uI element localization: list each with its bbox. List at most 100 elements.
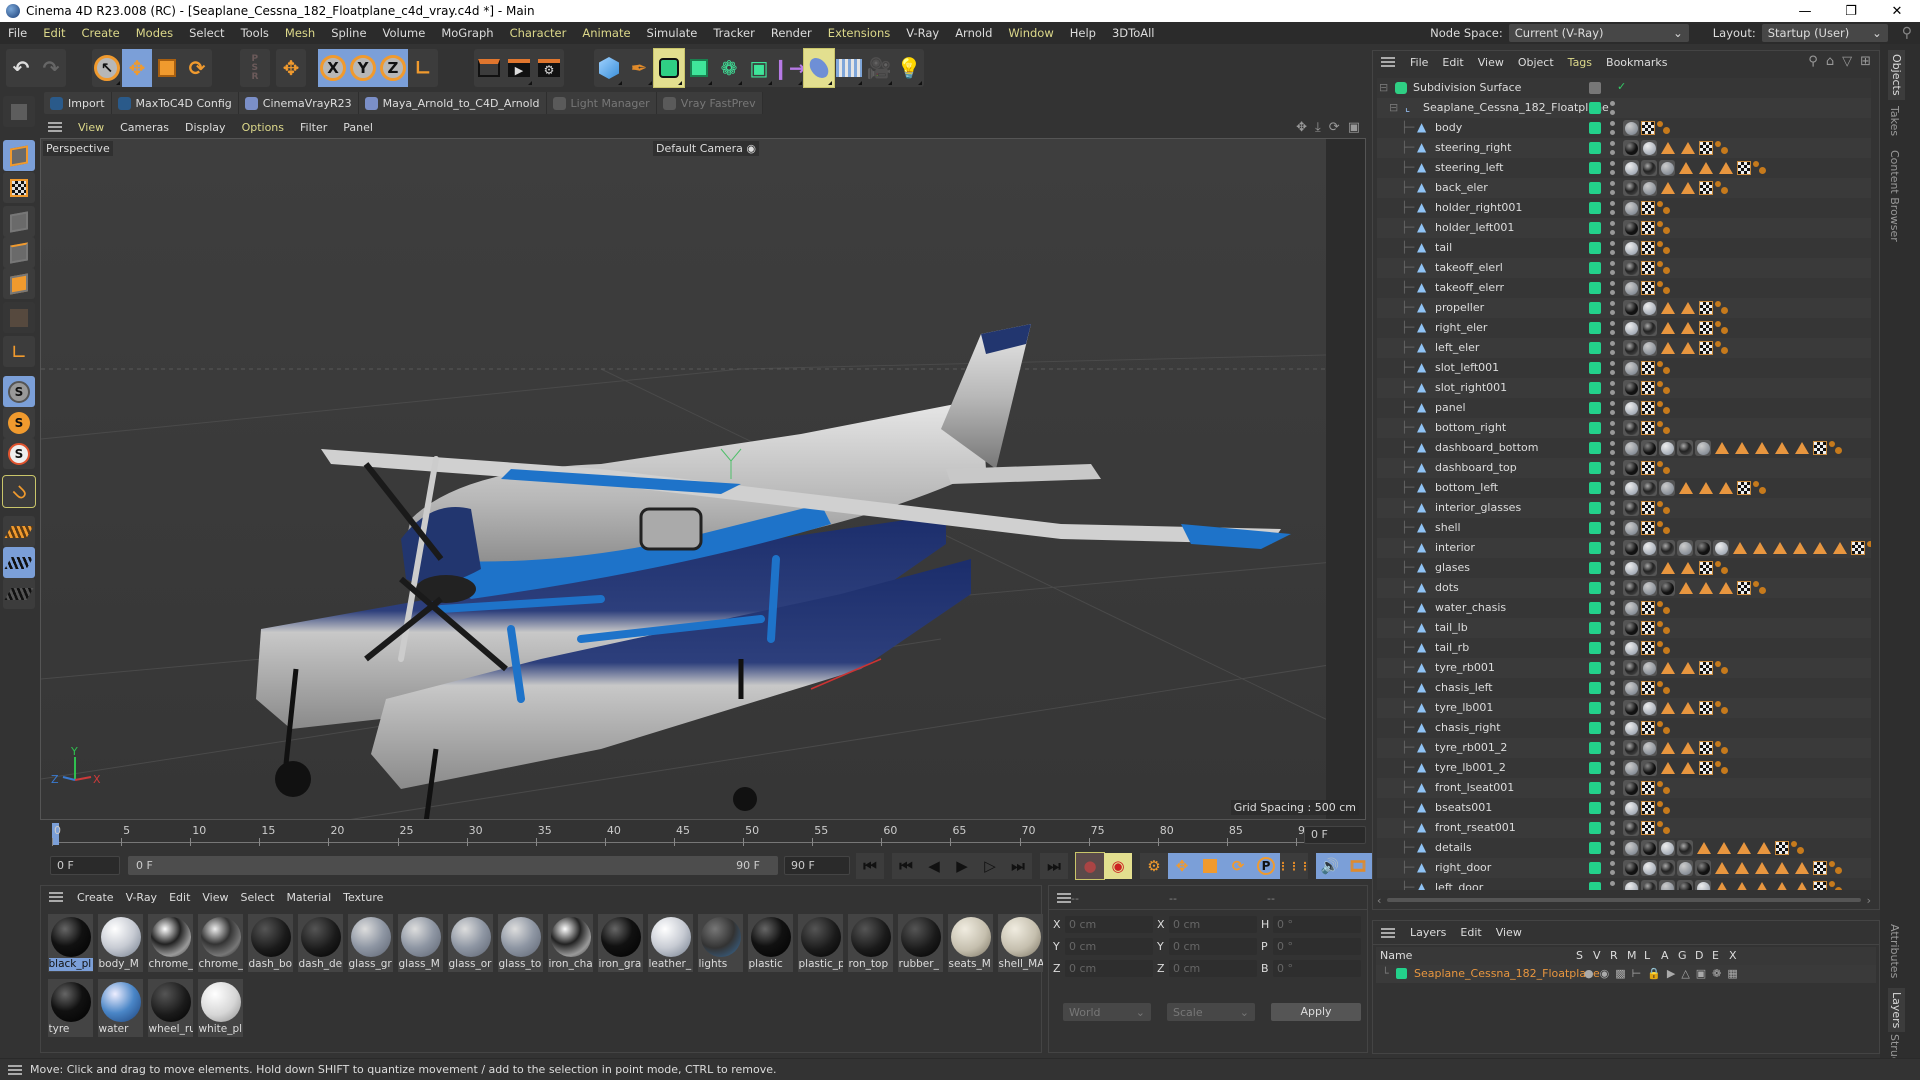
size-y-field[interactable]: 0 cm — [1169, 938, 1257, 955]
snap-toggle-button[interactable]: S — [3, 376, 35, 407]
object-row[interactable]: ├─ ▲ details — [1377, 838, 1871, 858]
visibility-dots[interactable] — [1610, 781, 1615, 795]
visibility-swatch[interactable] — [1589, 402, 1601, 414]
visibility-swatch[interactable] — [1589, 702, 1601, 714]
layer-column-x[interactable]: X — [1729, 949, 1737, 962]
material-tag-icon[interactable] — [1623, 880, 1639, 890]
object-name[interactable]: Subdivision Surface — [1413, 81, 1521, 94]
scroll-left-icon[interactable]: ‹ — [1377, 894, 1381, 907]
phong-tag-icon[interactable] — [1657, 381, 1671, 395]
object-menu-bookmarks[interactable]: Bookmarks — [1599, 56, 1674, 69]
selection-tag-icon[interactable] — [1793, 542, 1807, 554]
key-pla-button[interactable]: ⋮⋮⋮ — [1278, 853, 1311, 879]
y-axis-button[interactable]: Y — [348, 49, 378, 87]
material-swatch[interactable]: ron_top — [848, 914, 893, 972]
material-tag-icon[interactable] — [1623, 560, 1639, 576]
object-row[interactable]: ├─ ▲ panel — [1377, 398, 1871, 418]
phong-tag-icon[interactable] — [1715, 761, 1729, 775]
scrollbar-thumb[interactable] — [1387, 898, 1861, 902]
visibility-swatch[interactable] — [1589, 222, 1601, 234]
uvw-tag-icon[interactable] — [1641, 521, 1655, 535]
object-name[interactable]: dashboard_bottom — [1435, 441, 1538, 454]
menu-tools[interactable]: Tools — [233, 26, 277, 40]
menu-spline[interactable]: Spline — [323, 26, 374, 40]
rotation-h-field[interactable]: 0 ° — [1273, 916, 1361, 933]
menu-arnold[interactable]: Arnold — [947, 26, 1000, 40]
selection-tag-icon[interactable] — [1735, 862, 1749, 874]
viewport-menu-cameras[interactable]: Cameras — [112, 121, 177, 134]
object-name[interactable]: steering_right — [1435, 141, 1511, 154]
tab-attributes[interactable]: Attributes — [1888, 924, 1901, 978]
material-tag-icon[interactable] — [1623, 320, 1639, 336]
visibility-swatch[interactable] — [1589, 642, 1601, 654]
material-tag-icon[interactable] — [1641, 760, 1657, 776]
material-tag-icon[interactable] — [1659, 480, 1675, 496]
search-icon[interactable]: ⚲ — [1894, 25, 1920, 41]
visibility-swatch[interactable] — [1589, 722, 1601, 734]
visibility-dots[interactable] — [1610, 701, 1615, 715]
material-tag-icon[interactable] — [1677, 440, 1693, 456]
layer-menu-layers[interactable]: Layers — [1403, 926, 1453, 939]
material-tag-icon[interactable] — [1623, 200, 1639, 216]
viewport-menu-panel[interactable]: Panel — [335, 121, 381, 134]
material-tag-icon[interactable] — [1623, 440, 1639, 456]
phong-tag-icon[interactable] — [1657, 361, 1671, 375]
material-menu-select[interactable]: Select — [235, 891, 281, 904]
close-button[interactable]: ✕ — [1874, 0, 1920, 22]
visibility-swatch[interactable] — [1589, 762, 1601, 774]
visibility-dots[interactable] — [1610, 481, 1615, 495]
minimize-button[interactable]: — — [1782, 0, 1828, 22]
uvw-tag-icon[interactable] — [1641, 421, 1655, 435]
selection-tag-icon[interactable] — [1733, 542, 1747, 554]
object-row[interactable]: ├─ ▲ takeoff_elerl — [1377, 258, 1871, 278]
selection-tag-icon[interactable] — [1699, 162, 1713, 174]
object-name[interactable]: left_door — [1435, 881, 1483, 890]
selection-tag-icon[interactable] — [1661, 702, 1675, 714]
visibility-dots[interactable] — [1610, 241, 1615, 255]
layer-menu-edit[interactable]: Edit — [1453, 926, 1488, 939]
phong-tag-icon[interactable] — [1715, 561, 1729, 575]
selection-tag-icon[interactable] — [1679, 162, 1693, 174]
material-swatch[interactable]: plastic — [748, 914, 793, 972]
phong-tag-icon[interactable] — [1867, 541, 1871, 555]
material-tag-icon[interactable] — [1623, 380, 1639, 396]
layer-column-e[interactable]: E — [1712, 949, 1719, 962]
menu-mograph[interactable]: MoGraph — [433, 26, 501, 40]
object-name[interactable]: tail_lb — [1435, 621, 1468, 634]
object-menu-file[interactable]: File — [1403, 56, 1435, 69]
object-name[interactable]: tyre_lb001 — [1435, 701, 1493, 714]
object-row[interactable]: ├─ ▲ left_eler — [1377, 338, 1871, 358]
texture-mode-button[interactable] — [3, 172, 35, 203]
menu-mesh[interactable]: Mesh — [277, 26, 323, 40]
material-swatch[interactable]: iron_cha — [548, 914, 593, 972]
material-tag-icon[interactable] — [1623, 780, 1639, 796]
sound-button[interactable]: 🔊 — [1316, 853, 1344, 879]
selection-tag-icon[interactable] — [1715, 882, 1729, 890]
layer-column-a[interactable]: A — [1661, 949, 1669, 962]
object-row[interactable]: ├─ ▲ right_eler — [1377, 318, 1871, 338]
material-tag-icon[interactable] — [1623, 640, 1639, 656]
layer-row[interactable]: └ Seaplane_Cessna_182_Floatplane ●◉▩⊢🔒▶△… — [1376, 965, 1876, 983]
coordinate-mode-dropdown[interactable]: Scale ⌄ — [1167, 1003, 1255, 1021]
object-row[interactable]: ├─ ▲ tyre_lb001 — [1377, 698, 1871, 718]
layer-column-v[interactable]: V — [1593, 949, 1601, 962]
object-row[interactable]: ├─ ▲ bseats001 — [1377, 798, 1871, 818]
3d-viewport[interactable]: Y X Z Perspective Default Camera ◉ Grid … — [40, 138, 1366, 820]
visibility-dots[interactable] — [1610, 881, 1615, 890]
object-name[interactable]: takeoff_elerl — [1435, 261, 1503, 274]
material-tag-icon[interactable] — [1641, 660, 1657, 676]
selection-tag-icon[interactable] — [1755, 862, 1769, 874]
object-row[interactable]: ├─ ▲ body — [1377, 118, 1871, 138]
selection-tag-icon[interactable] — [1661, 302, 1675, 314]
material-tag-icon[interactable] — [1623, 220, 1639, 236]
material-tag-icon[interactable] — [1623, 760, 1639, 776]
uvw-tag-icon[interactable] — [1813, 441, 1827, 455]
visibility-swatch[interactable] — [1589, 862, 1601, 874]
uvw-tag-icon[interactable] — [1699, 321, 1713, 335]
object-row[interactable]: ├─ ▲ bottom_right — [1377, 418, 1871, 438]
material-tag-icon[interactable] — [1623, 840, 1639, 856]
material-swatch[interactable]: body_M — [98, 914, 143, 972]
object-name[interactable]: tyre_lb001_2 — [1435, 761, 1506, 774]
material-tag-icon[interactable] — [1641, 540, 1657, 556]
object-row[interactable]: ├─ ▲ tyre_lb001_2 — [1377, 758, 1871, 778]
